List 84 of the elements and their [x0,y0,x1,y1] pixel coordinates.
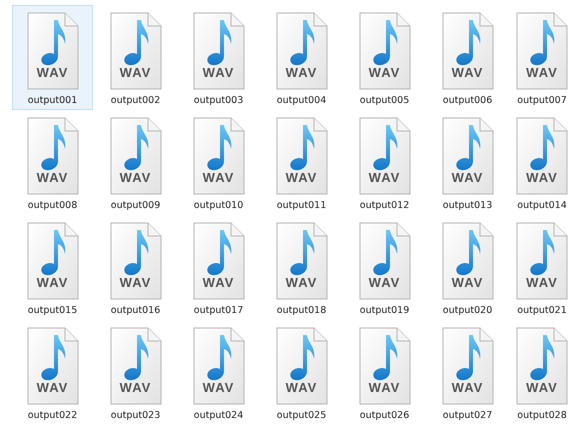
file-type-label: WAV [450,171,484,185]
file-item[interactable]: WAV output005 [344,5,425,110]
file-type-label: WAV [202,276,236,290]
file-name: output026 [360,410,410,422]
file-type-label: WAV [202,381,236,395]
file-type-label: WAV [202,66,236,80]
file-item[interactable]: WAV output024 [178,320,259,425]
file-item[interactable]: WAV output007 [510,5,574,110]
file-name: output009 [110,200,160,212]
file-name: output016 [110,305,160,317]
file-item[interactable]: WAV output016 [95,215,176,320]
file-item[interactable]: WAV output012 [344,110,425,215]
file-item[interactable]: WAV output006 [427,5,508,110]
file-item[interactable]: WAV output025 [261,320,342,425]
file-name: output003 [194,95,244,107]
file-name: output023 [110,410,160,422]
file-item[interactable]: WAV output008 [12,110,93,215]
file-item[interactable]: WAV output015 [12,215,93,320]
file-name: output025 [276,410,326,422]
file-type-label: WAV [368,381,402,395]
file-name: output013 [442,200,492,212]
file-item[interactable]: WAV output021 [510,215,574,320]
file-name: output012 [360,200,410,212]
file-name: output006 [442,95,492,107]
file-type-label: WAV [36,66,70,80]
file-type-label: WAV [450,276,484,290]
file-item[interactable]: WAV output001 [12,5,93,110]
file-item[interactable]: WAV output028 [510,320,574,425]
file-name: output017 [194,305,244,317]
file-type-label: WAV [525,276,559,290]
file-item[interactable]: WAV output004 [261,5,342,110]
file-name: output005 [360,95,410,107]
file-item[interactable]: WAV output003 [178,5,259,110]
file-item[interactable]: WAV output002 [95,5,176,110]
file-name: output020 [442,305,492,317]
file-type-label: WAV [368,276,402,290]
file-name: output021 [517,305,567,317]
file-type-label: WAV [525,381,559,395]
file-item[interactable]: WAV output013 [427,110,508,215]
file-item[interactable]: WAV output019 [344,215,425,320]
file-type-label: WAV [36,171,70,185]
file-type-label: WAV [525,66,559,80]
file-type-label: WAV [202,171,236,185]
file-name: output001 [28,95,78,107]
file-name: output027 [442,410,492,422]
file-name: output022 [28,410,78,422]
file-name: output015 [28,305,78,317]
file-name: output004 [276,95,326,107]
file-item[interactable]: WAV output020 [427,215,508,320]
file-item[interactable]: WAV output023 [95,320,176,425]
file-type-label: WAV [368,66,402,80]
file-item[interactable]: WAV output010 [178,110,259,215]
file-item[interactable]: WAV output017 [178,215,259,320]
file-type-label: WAV [284,66,318,80]
file-type-label: WAV [118,381,152,395]
file-name: output008 [28,200,78,212]
file-name: output014 [517,200,567,212]
file-type-label: WAV [36,381,70,395]
file-name: output007 [517,95,567,107]
file-name: output028 [517,410,567,422]
file-item[interactable]: WAV output011 [261,110,342,215]
file-item[interactable]: WAV output018 [261,215,342,320]
file-name: output018 [276,305,326,317]
file-type-label: WAV [118,276,152,290]
file-name: output019 [360,305,410,317]
file-type-label: WAV [36,276,70,290]
file-item[interactable]: WAV output014 [510,110,574,215]
file-name: output024 [194,410,244,422]
file-name: output002 [110,95,160,107]
file-name: output010 [194,200,244,212]
file-type-label: WAV [284,276,318,290]
file-type-label: WAV [368,171,402,185]
file-type-label: WAV [284,381,318,395]
file-type-label: WAV [118,66,152,80]
file-item[interactable]: WAV output022 [12,320,93,425]
file-type-label: WAV [450,66,484,80]
file-type-label: WAV [450,381,484,395]
file-item[interactable]: WAV output009 [95,110,176,215]
file-type-label: WAV [284,171,318,185]
file-item[interactable]: WAV output027 [427,320,508,425]
file-type-label: WAV [525,171,559,185]
file-name: output011 [276,200,326,212]
file-type-label: WAV [118,171,152,185]
file-item[interactable]: WAV output026 [344,320,425,425]
